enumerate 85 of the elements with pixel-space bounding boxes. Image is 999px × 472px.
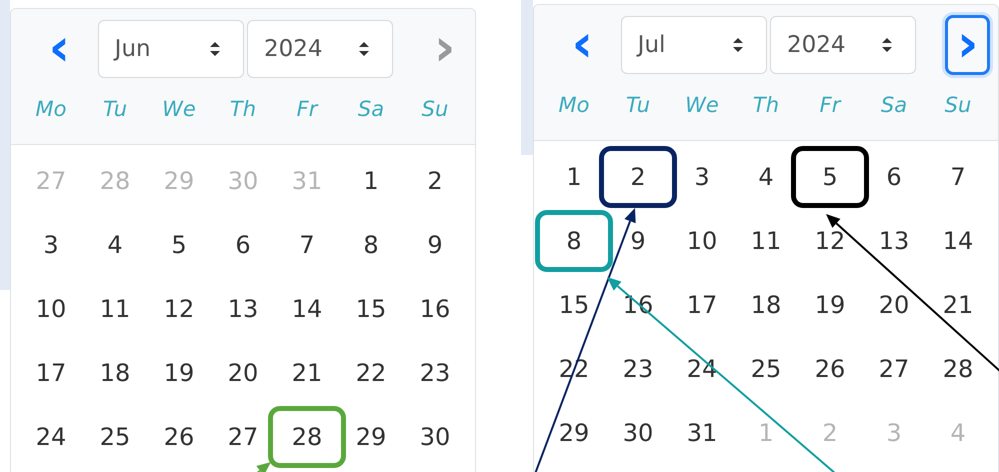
day-number[interactable]: 23 (622, 355, 654, 383)
next-month-button[interactable]: › (945, 15, 990, 75)
day-number[interactable]: 26 (814, 355, 846, 383)
day-number[interactable]: 13 (878, 227, 910, 255)
leader-arrow (255, 462, 271, 472)
day-number[interactable]: 4 (107, 231, 123, 259)
day-number[interactable]: 20 (228, 359, 258, 387)
day-number[interactable]: 3 (43, 231, 59, 259)
day-number[interactable]: 14 (292, 295, 322, 323)
weekday-label: We (161, 97, 197, 121)
day-number[interactable]: 25 (750, 355, 782, 383)
day-number[interactable]: 10 (686, 227, 718, 255)
day-number[interactable]: 21 (942, 291, 974, 319)
day-number[interactable]: 18 (750, 291, 782, 319)
day-number[interactable]: 4 (758, 163, 774, 191)
weekday-label: We (684, 93, 720, 117)
day-number[interactable]: 19 (164, 359, 194, 387)
day-number[interactable]: 15 (558, 291, 590, 319)
up-down-caret-icon (358, 41, 370, 57)
weekday-label: Mo (558, 93, 590, 117)
day-number[interactable]: 30 (622, 419, 654, 447)
up-down-caret-icon (732, 37, 744, 53)
weekday-label: Th (752, 93, 780, 117)
month-select[interactable]: Jul (620, 16, 767, 74)
day-number[interactable]: 13 (228, 295, 258, 323)
previous-month-button[interactable]: ‹ (560, 15, 605, 75)
day-number[interactable]: 25 (100, 423, 130, 451)
day-number[interactable]: 12 (814, 227, 846, 255)
day-number[interactable]: 12 (164, 295, 194, 323)
day-number[interactable]: 5 (822, 163, 838, 191)
day-number[interactable]: 22 (356, 359, 386, 387)
day-number[interactable]: 27 (228, 423, 258, 451)
weekday-label: Sa (356, 97, 386, 121)
day-number[interactable]: 31 (686, 419, 718, 447)
day-number[interactable]: 14 (942, 227, 974, 255)
weekday-label: Th (228, 97, 258, 121)
weekday-label: Tu (102, 97, 128, 121)
weekday-label: Su (420, 97, 450, 121)
year-select[interactable]: 2024 (247, 20, 394, 78)
up-down-caret-icon (881, 37, 894, 53)
day-number[interactable]: 20 (878, 291, 910, 319)
weekday-label: Fr (818, 93, 842, 117)
day-number[interactable]: 17 (36, 359, 66, 387)
previous-month-button[interactable]: ‹ (37, 19, 82, 79)
day-number[interactable]: 9 (427, 231, 443, 259)
day-number[interactable]: 3 (694, 163, 710, 191)
day-number[interactable]: 28 (292, 423, 322, 451)
day-number[interactable]: 10 (36, 295, 66, 323)
day-number[interactable]: 7 (950, 163, 966, 191)
day-number[interactable]: 6 (886, 163, 902, 191)
day-number[interactable]: 1 (566, 163, 582, 191)
month-select[interactable]: Jun (98, 20, 244, 78)
day-number[interactable]: 28 (942, 355, 974, 383)
day-number[interactable]: 24 (686, 355, 718, 383)
day-number[interactable]: 8 (363, 231, 379, 259)
day-number[interactable]: 15 (356, 295, 386, 323)
day-number[interactable]: 30 (420, 423, 450, 451)
day-number[interactable]: 21 (292, 359, 322, 387)
up-down-caret-icon (209, 41, 221, 57)
weekday-label: Mo (34, 97, 68, 121)
day-number[interactable]: 7 (299, 231, 315, 259)
day-number[interactable]: 2 (427, 167, 443, 195)
day-number[interactable]: 11 (100, 295, 130, 323)
day-number[interactable]: 26 (164, 423, 194, 451)
weekday-label: Tu (624, 93, 652, 117)
day-number[interactable]: 18 (100, 359, 130, 387)
weekday-label: Sa (880, 93, 908, 117)
day-number[interactable]: 11 (750, 227, 782, 255)
day-number[interactable]: 1 (363, 167, 379, 195)
day-number[interactable]: 2 (630, 163, 646, 191)
weekday-label: Su (944, 93, 972, 117)
day-number[interactable]: 24 (36, 423, 66, 451)
day-number[interactable]: 23 (420, 359, 450, 387)
weekday-label: Fr (296, 97, 320, 121)
day-number[interactable]: 16 (420, 295, 450, 323)
day-number[interactable]: 5 (171, 231, 187, 259)
day-number[interactable]: 19 (814, 291, 846, 319)
day-number[interactable]: 29 (356, 423, 386, 451)
day-number[interactable]: 27 (878, 355, 910, 383)
day-number[interactable]: 8 (566, 227, 582, 255)
day-number[interactable]: 17 (686, 291, 718, 319)
day-number[interactable]: 6 (235, 231, 251, 259)
day-number[interactable]: 9 (630, 227, 646, 255)
day-number[interactable]: 29 (558, 419, 590, 447)
year-select[interactable]: 2024 (770, 16, 916, 74)
